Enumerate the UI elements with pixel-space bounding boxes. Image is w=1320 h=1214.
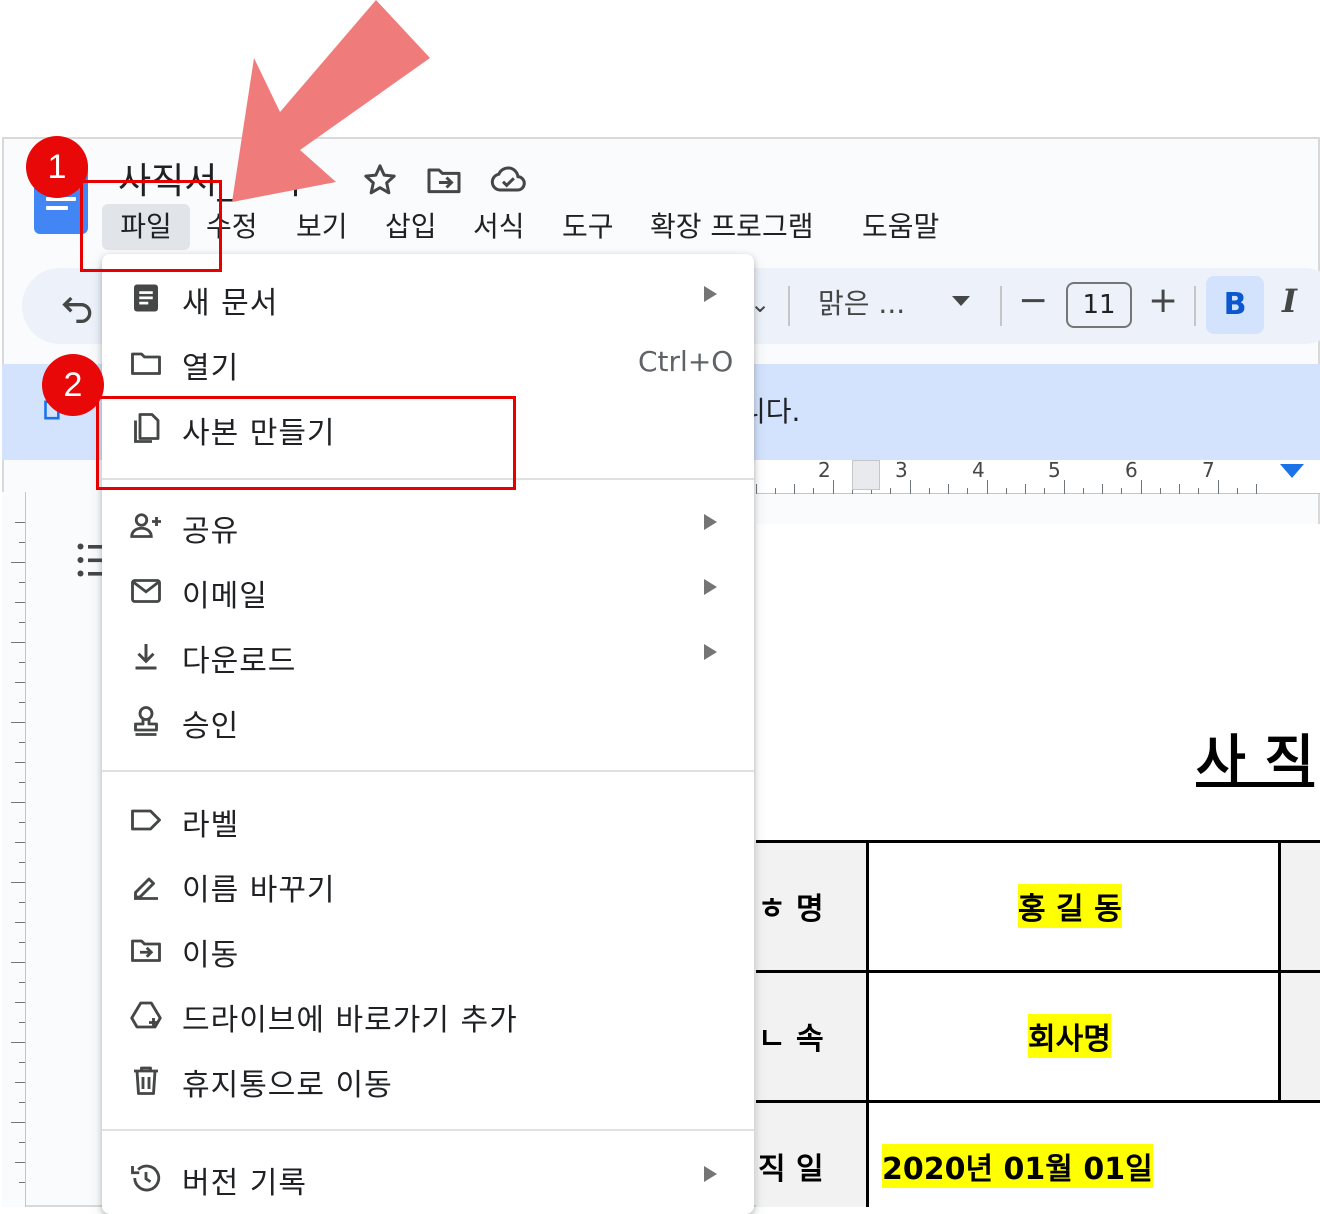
- highlight-box-file-menu: [80, 180, 222, 272]
- step-badge-2: 2: [42, 354, 104, 416]
- step-badge-1: 1: [26, 136, 88, 198]
- highlight-box-make-copy: [96, 396, 516, 490]
